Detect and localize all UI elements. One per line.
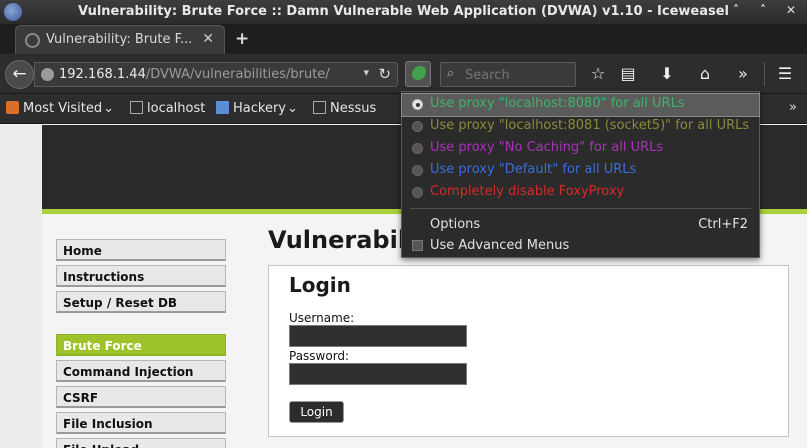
menu-file-inclusion[interactable]: File Inclusion [56,412,226,434]
bookmark-nessus[interactable]: Nessus [313,101,376,116]
proxy-option-localhost-8080[interactable]: Use proxy "localhost:8080" for all URLs [401,93,760,117]
radio-selected-icon [412,99,423,110]
bookmarks-overflow-icon[interactable]: » [789,100,797,115]
radio-icon [412,143,423,154]
proxy-option-label: Use proxy "Default" for all URLs [430,162,637,177]
url-host: 192.168.1.44 [59,67,146,82]
menu-divider [410,208,751,209]
tab-favicon-icon [25,33,40,48]
username-label: Username: [289,311,355,325]
proxy-option-disable[interactable]: Completely disable FoxyProxy [402,182,759,204]
home-icon[interactable]: ⌂ [693,63,717,87]
radio-icon [412,187,423,198]
password-input[interactable] [289,363,467,385]
close-window-icon[interactable]: ✕ [786,3,796,17]
login-heading: Login [289,273,351,297]
back-button[interactable]: ← [5,60,34,89]
advanced-menus-label[interactable]: Use Advanced Menus [430,238,569,253]
window-menu-icon[interactable]: ˄ [733,3,739,17]
url-history-dropdown-icon[interactable]: ▾ [363,66,369,79]
title-bar: Vulnerability: Brute Force :: Damn Vulne… [0,0,807,24]
menu-file-upload[interactable]: File Upload [56,438,226,448]
hamburger-menu-icon[interactable]: ☰ [773,63,797,87]
bookmark-label: localhost [147,101,206,116]
proxy-option-localhost-8081[interactable]: Use proxy "localhost:8081 (socket5)" for… [402,116,759,138]
bookmark-star-icon[interactable]: ☆ [586,63,610,87]
bookmark-label: Hackery [233,101,286,116]
menu-csrf[interactable]: CSRF [56,386,226,408]
login-button[interactable]: Login [289,401,344,423]
proxy-option-label: Use proxy "No Caching" for all URLs [430,140,664,155]
overflow-chevron-icon[interactable]: » [731,63,755,87]
url-path: /DVWA/vulnerabilities/brute/ [145,67,330,82]
navigation-bar: ← 192.168.1.44/DVWA/vulnerabilities/brut… [0,54,807,94]
reading-list-icon[interactable]: ▤ [616,63,640,87]
page-icon [130,101,143,114]
bookmark-most-visited[interactable]: Most Visited⌄ [6,101,114,116]
foxyproxy-menu: Use proxy "localhost:8080" for all URLs … [401,91,760,258]
proxy-option-label: Completely disable FoxyProxy [430,184,625,199]
advanced-menus-checkbox[interactable] [412,240,423,251]
search-bar[interactable]: ⌕ [440,62,576,87]
proxy-option-default[interactable]: Use proxy "Default" for all URLs [402,160,759,182]
maximize-icon[interactable]: ˄ [760,3,766,17]
proxy-option-label: Use proxy "localhost:8081 (socket5)" for… [430,118,750,133]
options-menu-item[interactable]: Options [430,217,480,232]
search-icon: ⌕ [447,66,455,81]
globe-icon [41,68,54,81]
menu-setup-reset-db[interactable]: Setup / Reset DB [56,291,226,313]
reload-icon[interactable]: ↻ [378,65,391,83]
bookmark-localhost[interactable]: localhost [130,101,205,116]
menu-instructions[interactable]: Instructions [56,265,226,287]
url-text[interactable]: 192.168.1.44/DVWA/vulnerabilities/brute/ [59,67,330,82]
search-input[interactable] [465,66,570,84]
menu-home[interactable]: Home [56,239,226,261]
radio-icon [412,121,423,132]
chevron-down-icon: ⌄ [103,101,115,116]
foxyproxy-icon [412,66,426,80]
tab-brute-force[interactable]: Vulnerability: Brute F... ✕ [15,25,225,54]
menu-command-injection[interactable]: Command Injection [56,360,226,382]
address-bar[interactable]: 192.168.1.44/DVWA/vulnerabilities/brute/… [34,62,398,87]
new-tab-icon[interactable]: + [235,29,249,49]
folder-icon [216,101,229,114]
window-title: Vulnerability: Brute Force :: Damn Vulne… [77,4,730,19]
bookmark-label: Nessus [330,101,377,116]
proxy-option-no-caching[interactable]: Use proxy "No Caching" for all URLs [402,138,759,160]
menu-brute-force[interactable]: Brute Force [56,334,226,356]
most-visited-icon [6,101,19,114]
proxy-option-label: Use proxy "localhost:8080" for all URLs [430,96,685,111]
foxyproxy-button[interactable] [405,61,431,87]
page-icon [313,101,326,114]
bookmark-label: Most Visited [23,101,103,116]
tab-bar: Vulnerability: Brute F... ✕ + [0,24,807,54]
page-margin [0,125,42,448]
downloads-icon[interactable]: ⬇ [655,63,679,87]
username-input[interactable] [289,325,467,347]
bookmark-hackery[interactable]: Hackery⌄ [216,101,298,116]
options-shortcut: Ctrl+F2 [698,217,748,232]
back-arrow-icon: ← [12,64,27,84]
browser-window: Vulnerability: Brute Force :: Damn Vulne… [0,0,807,448]
radio-icon [412,165,423,176]
chevron-down-icon: ⌄ [287,101,298,116]
password-label: Password: [289,349,350,363]
toolbar-divider [764,62,765,86]
close-tab-icon[interactable]: ✕ [202,31,214,47]
tab-label: Vulnerability: Brute F... [46,32,193,47]
